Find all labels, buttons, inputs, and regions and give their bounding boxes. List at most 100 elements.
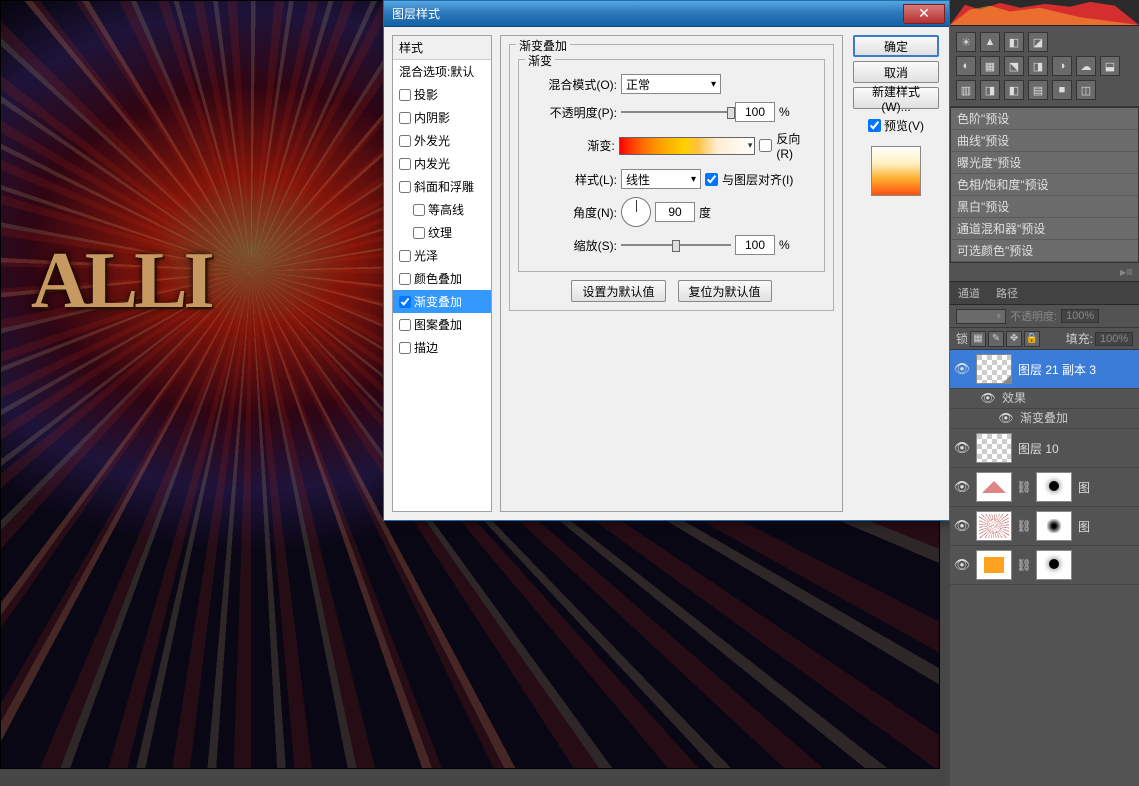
adjustment-icon-1[interactable]: ▦ bbox=[980, 56, 1000, 76]
set-default-button[interactable]: 设置为默认值 bbox=[571, 280, 665, 302]
new-style-button[interactable]: 新建样式(W)... bbox=[853, 87, 939, 109]
opacity-input[interactable] bbox=[735, 102, 775, 122]
swatch-icon-1[interactable]: ◨ bbox=[980, 80, 1000, 100]
lock-all-icon[interactable]: 🔒 bbox=[1024, 331, 1040, 347]
mask-thumbnail[interactable] bbox=[1036, 511, 1072, 541]
adjustment-icon-5[interactable]: ☁ bbox=[1076, 56, 1096, 76]
fill-value[interactable]: 100% bbox=[1095, 332, 1133, 346]
layer-thumbnail[interactable] bbox=[976, 511, 1012, 541]
angle-input[interactable] bbox=[655, 202, 695, 222]
blend-mode-dropdown[interactable] bbox=[956, 309, 1006, 324]
style-item-11[interactable]: 描边 bbox=[393, 336, 491, 359]
style-checkbox[interactable] bbox=[399, 296, 411, 308]
align-checkbox[interactable] bbox=[705, 173, 718, 186]
preview-checkbox[interactable] bbox=[868, 119, 881, 132]
style-item-9[interactable]: 渐变叠加 bbox=[393, 290, 491, 313]
visibility-toggle[interactable]: 👁 bbox=[954, 518, 970, 534]
swatch-icon-5[interactable]: ◫ bbox=[1076, 80, 1096, 100]
swatch-icon-0[interactable]: ▥ bbox=[956, 80, 976, 100]
lock-transparency-icon[interactable]: ▦ bbox=[970, 331, 986, 347]
effect-item[interactable]: 👁 渐变叠加 bbox=[950, 409, 1139, 429]
style-checkbox[interactable] bbox=[399, 319, 411, 331]
style-checkbox[interactable] bbox=[413, 204, 425, 216]
visibility-toggle[interactable]: 👁 bbox=[998, 410, 1014, 426]
dialog-close-button[interactable]: ✕ bbox=[903, 4, 945, 24]
swatch-icon-3[interactable]: ▤ bbox=[1028, 80, 1048, 100]
blend-mode-select[interactable]: 正常 bbox=[621, 74, 721, 94]
style-item-8[interactable]: 颜色叠加 bbox=[393, 267, 491, 290]
layer-name[interactable]: 图 bbox=[1078, 518, 1090, 535]
dialog-titlebar[interactable]: 图层样式 ✕ bbox=[384, 1, 949, 27]
layer-name[interactable]: 图层 21 副本 3 bbox=[1018, 361, 1096, 378]
layer-thumbnail[interactable] bbox=[976, 550, 1012, 580]
tab-paths[interactable]: 路径 bbox=[988, 282, 1026, 304]
preset-item-2[interactable]: 曝光度"预设 bbox=[951, 152, 1138, 174]
style-checkbox[interactable] bbox=[399, 89, 411, 101]
layer-thumbnail[interactable] bbox=[976, 433, 1012, 463]
mask-thumbnail[interactable] bbox=[1036, 550, 1072, 580]
style-item-4[interactable]: 斜面和浮雕 bbox=[393, 175, 491, 198]
adjustment-icon-6[interactable]: ⬓ bbox=[1100, 56, 1120, 76]
scale-slider[interactable] bbox=[621, 238, 731, 252]
visibility-toggle[interactable]: 👁 bbox=[954, 557, 970, 573]
opacity-slider[interactable] bbox=[621, 105, 731, 119]
preset-item-5[interactable]: 通道混和器"预设 bbox=[951, 218, 1138, 240]
blend-options-item[interactable]: 混合选项:默认 bbox=[393, 60, 491, 83]
style-list-header[interactable]: 样式 bbox=[393, 36, 491, 60]
swatch-icon-4[interactable]: ■ bbox=[1052, 80, 1072, 100]
layer-name[interactable]: 图 bbox=[1078, 479, 1090, 496]
style-item-7[interactable]: 光泽 bbox=[393, 244, 491, 267]
panel-menu-icon[interactable]: ▸≡ bbox=[950, 263, 1139, 281]
style-checkbox[interactable] bbox=[399, 342, 411, 354]
style-checkbox[interactable] bbox=[399, 135, 411, 147]
preset-item-6[interactable]: 可选颜色"预设 bbox=[951, 240, 1138, 262]
layer-row[interactable]: 👁 图层 21 副本 3 bbox=[950, 350, 1139, 389]
adjustment-icon-0[interactable]: ◐ bbox=[956, 56, 976, 76]
preset-item-4[interactable]: 黑白"预设 bbox=[951, 196, 1138, 218]
lock-paint-icon[interactable]: ✎ bbox=[988, 331, 1004, 347]
style-checkbox[interactable] bbox=[399, 112, 411, 124]
adjustment-icon-2[interactable]: ⬔ bbox=[1004, 56, 1024, 76]
style-item-3[interactable]: 内发光 bbox=[393, 152, 491, 175]
visibility-toggle[interactable]: 👁 bbox=[954, 361, 970, 377]
style-checkbox[interactable] bbox=[399, 250, 411, 262]
effect-group[interactable]: 👁 效果 bbox=[950, 389, 1139, 409]
layer-row[interactable]: 👁 ⛓ 图 bbox=[950, 468, 1139, 507]
scale-input[interactable] bbox=[735, 235, 775, 255]
layer-row[interactable]: 👁 图层 10 bbox=[950, 429, 1139, 468]
style-item-10[interactable]: 图案叠加 bbox=[393, 313, 491, 336]
adjustment-icon-3[interactable]: ◪ bbox=[1028, 32, 1048, 52]
layer-thumbnail[interactable] bbox=[976, 472, 1012, 502]
style-item-0[interactable]: 投影 bbox=[393, 83, 491, 106]
preset-item-1[interactable]: 曲线"预设 bbox=[951, 130, 1138, 152]
ok-button[interactable]: 确定 bbox=[853, 35, 939, 57]
preview-toggle[interactable]: 预览(V) bbox=[868, 117, 924, 134]
adjustment-icon-3[interactable]: ◨ bbox=[1028, 56, 1048, 76]
lock-position-icon[interactable]: ✥ bbox=[1006, 331, 1022, 347]
adjustment-icon-2[interactable]: ◧ bbox=[1004, 32, 1024, 52]
style-checkbox[interactable] bbox=[399, 273, 411, 285]
reverse-checkbox[interactable] bbox=[759, 139, 772, 152]
style-item-5[interactable]: 等高线 bbox=[393, 198, 491, 221]
mask-thumbnail[interactable] bbox=[1036, 472, 1072, 502]
link-icon[interactable]: ⛓ bbox=[1018, 557, 1030, 573]
style-checkbox[interactable] bbox=[399, 158, 411, 170]
style-item-1[interactable]: 内阴影 bbox=[393, 106, 491, 129]
link-icon[interactable]: ⛓ bbox=[1018, 479, 1030, 495]
visibility-toggle[interactable]: 👁 bbox=[954, 440, 970, 456]
style-item-2[interactable]: 外发光 bbox=[393, 129, 491, 152]
cancel-button[interactable]: 取消 bbox=[853, 61, 939, 83]
visibility-toggle[interactable]: 👁 bbox=[980, 390, 996, 406]
layer-row[interactable]: 👁 ⛓ bbox=[950, 546, 1139, 585]
adjustment-icon-1[interactable]: ▲ bbox=[980, 32, 1000, 52]
adjustment-icon-0[interactable]: ☀ bbox=[956, 32, 976, 52]
adjustment-icon-4[interactable]: ◑ bbox=[1052, 56, 1072, 76]
layer-row[interactable]: 👁 ⛓ 图 bbox=[950, 507, 1139, 546]
panel-opacity-value[interactable]: 100% bbox=[1061, 309, 1099, 323]
swatch-icon-2[interactable]: ◧ bbox=[1004, 80, 1024, 100]
layer-thumbnail[interactable] bbox=[976, 354, 1012, 384]
visibility-toggle[interactable]: 👁 bbox=[954, 479, 970, 495]
gradient-picker[interactable] bbox=[619, 137, 756, 155]
preset-item-3[interactable]: 色相/饱和度"预设 bbox=[951, 174, 1138, 196]
style-select[interactable]: 线性 bbox=[621, 169, 701, 189]
